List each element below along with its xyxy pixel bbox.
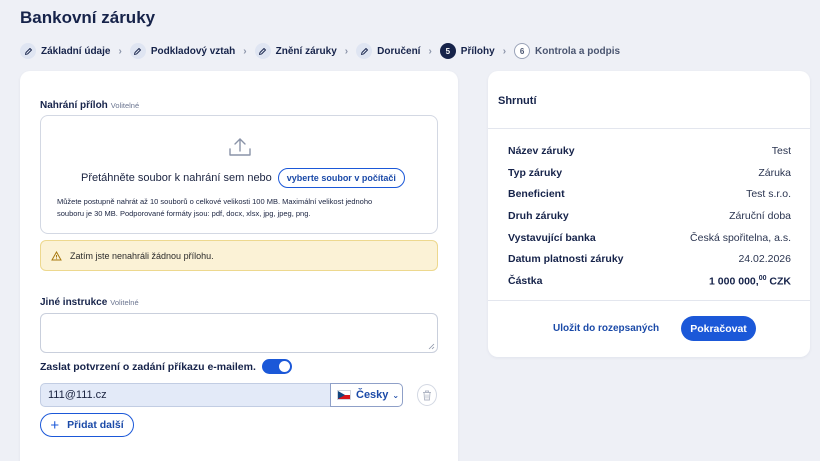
- plus-icon: +: [50, 416, 60, 434]
- step-4[interactable]: Doručení: [356, 43, 420, 59]
- summary-key: Datum platnosti záruky: [508, 253, 624, 265]
- page-title: Bankovní záruky: [20, 8, 156, 27]
- divider: [488, 300, 810, 301]
- pencil-icon: [129, 43, 146, 59]
- czech-flag-icon: [337, 390, 351, 400]
- chevron-right-icon: ›: [243, 45, 247, 57]
- stepper: Základní údaje › Podkladový vztah › Znění zá…: [20, 43, 620, 59]
- chevron-down-icon: ⌄: [392, 390, 400, 400]
- attachments-label-text: Nahrání příloh: [40, 100, 108, 111]
- chevron-right-icon: ›: [344, 45, 349, 57]
- summary-row-amount: Částka 1 000 000,00 CZK: [508, 275, 791, 288]
- step-2[interactable]: Podkladový vztah: [129, 43, 236, 59]
- summary-key: Vystavující banka: [508, 232, 596, 244]
- step-label: Doručení: [377, 45, 421, 57]
- add-email-label: Přidat další: [67, 419, 124, 431]
- resize-handle-icon[interactable]: [428, 343, 435, 350]
- summary-key: Typ záruky: [508, 167, 563, 179]
- summary-key: Druh záruky: [508, 210, 569, 222]
- pencil-icon: [20, 43, 36, 59]
- add-email-button[interactable]: + Přidat další: [40, 413, 134, 437]
- summary-value: Test s.r.o.: [746, 188, 791, 200]
- summary-value: Test: [771, 145, 791, 157]
- summary-value: Česká spořitelna, a.s.: [690, 232, 791, 244]
- chevron-right-icon: ›: [502, 45, 507, 57]
- summary-row: Datum platnosti záruky 24.02.2026: [508, 253, 791, 265]
- summary-key: Název záruky: [508, 145, 575, 157]
- instructions-label: Jiné instrukce Volitelné: [40, 297, 139, 308]
- amount-value: 1 000 000,00 CZK: [709, 275, 791, 288]
- step-label: Přílohy: [460, 45, 495, 57]
- step-label: Znění záruky: [275, 45, 337, 57]
- step-6[interactable]: 6 Kontrola a podpis: [514, 43, 620, 59]
- instructions-label-text: Jiné instrukce: [40, 297, 108, 308]
- step-3[interactable]: Znění záruky: [254, 43, 337, 59]
- delete-email-button[interactable]: [417, 384, 437, 406]
- file-dropzone[interactable]: Přetáhněte soubor k nahrání sem nebo vyb…: [40, 115, 438, 234]
- toggle-knob: [278, 361, 290, 372]
- optional-tag: Volitelné: [110, 298, 139, 307]
- chevron-right-icon: ›: [428, 45, 432, 57]
- summary-row: Vystavující banka Česká spořitelna, a.s.: [508, 232, 791, 244]
- drop-instruction: Přetáhněte soubor k nahrání sem nebo vyb…: [81, 168, 405, 188]
- trash-icon: [423, 390, 431, 400]
- instructions-textarea[interactable]: [40, 313, 438, 353]
- upload-icon: [229, 138, 251, 156]
- continue-button[interactable]: Pokračovat: [681, 316, 756, 341]
- attachments-label: Nahrání příloh Volitelné: [40, 100, 139, 111]
- email-confirm-label: Zaslat potvrzení o zadání příkazu e-mail…: [40, 360, 256, 373]
- pencil-icon: [254, 43, 271, 59]
- drop-text: Přetáhněte soubor k nahrání sem nebo: [81, 172, 272, 184]
- step-5[interactable]: 5 Přílohy: [439, 43, 495, 59]
- summary-row: Název záruky Test: [508, 145, 791, 157]
- summary-row: Beneficient Test s.r.o.: [508, 188, 791, 200]
- email-confirm-toggle[interactable]: [261, 359, 292, 374]
- summary-title: Shrnutí: [498, 95, 537, 107]
- optional-tag: Volitelné: [110, 101, 140, 110]
- step-label: Kontrola a podpis: [535, 45, 621, 57]
- email-confirm-row: Zaslat potvrzení o zadání příkazu e-mail…: [40, 359, 292, 374]
- email-input[interactable]: 111@111.cz: [40, 383, 330, 407]
- summary-value: Záruční doba: [729, 210, 791, 222]
- summary-value: Záruka: [758, 167, 791, 179]
- divider: [488, 128, 810, 129]
- warning-text: Zatím jste nenahráli žádnou přílohu.: [70, 250, 214, 261]
- summary-value: 24.02.2026: [738, 253, 791, 265]
- upload-help-text: Můžete postupně nahrát až 10 souborů o c…: [57, 197, 373, 218]
- summary-row: Typ záruky Záruka: [508, 167, 791, 179]
- pick-file-button[interactable]: vyberte soubor v počítači: [277, 168, 405, 188]
- step-1[interactable]: Základní údaje: [20, 43, 110, 59]
- step-label: Základní údaje: [41, 45, 111, 57]
- chevron-right-icon: ›: [118, 45, 122, 57]
- summary-card: Shrnutí Název záruky Test Typ záruky Záruka…: [488, 71, 810, 357]
- attachments-card: Nahrání příloh Volitelné Přetáhněte soubo…: [20, 71, 458, 461]
- save-draft-button[interactable]: Uložit do rozepsaných: [553, 323, 659, 334]
- no-attachment-warning: Zatím jste nenahráli žádnou přílohu.: [40, 240, 438, 271]
- language-value: Česky: [356, 389, 389, 401]
- language-select[interactable]: Česky ⌄: [330, 383, 403, 407]
- warning-icon: [51, 250, 62, 260]
- amount-key: Částka: [508, 275, 543, 287]
- summary-row: Druh záruky Záruční doba: [508, 210, 791, 222]
- pencil-icon: [356, 43, 373, 59]
- step-number: 6: [514, 43, 531, 59]
- summary-key: Beneficient: [508, 188, 565, 200]
- step-number: 5: [439, 43, 456, 59]
- step-label: Podkladový vztah: [150, 45, 236, 57]
